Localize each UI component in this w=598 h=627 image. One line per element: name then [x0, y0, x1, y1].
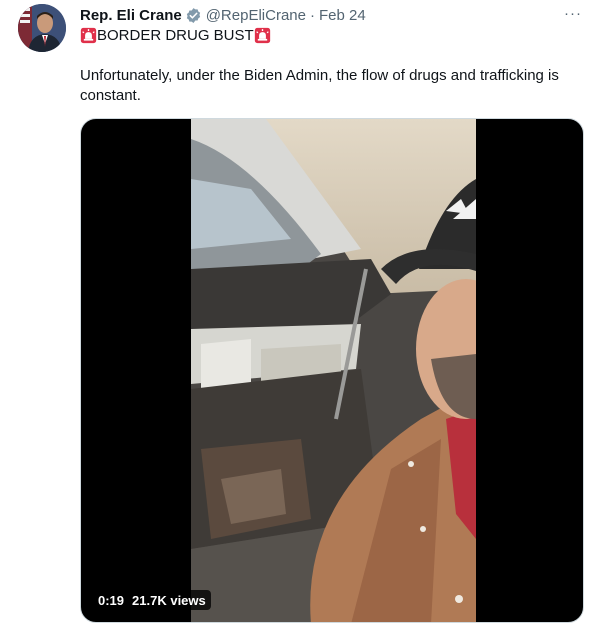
- avatar[interactable]: [18, 4, 66, 52]
- video-views: 21.7K views: [132, 592, 206, 608]
- tweet-headline-line: BORDER DRUG BUST: [80, 25, 271, 45]
- video-duration: 0:19: [98, 592, 125, 608]
- tweet-body: Unfortunately, under the Biden Admin, th…: [80, 67, 559, 104]
- separator-dot: ·: [309, 6, 315, 24]
- video-frame[interactable]: [191, 119, 476, 623]
- tweet-headline: BORDER DRUG BUST: [97, 26, 254, 44]
- author-handle[interactable]: @RepEliCrane: [206, 7, 306, 24]
- verified-badge-icon[interactable]: [185, 7, 202, 24]
- tweet-header: Rep. Eli Crane @RepEliCrane · Feb 24: [80, 5, 366, 25]
- rotating-light-icon: [80, 27, 97, 44]
- tweet-date[interactable]: Feb 24: [319, 7, 366, 24]
- video-stats-badge: 0:19 21.7K views: [93, 590, 211, 610]
- author-name[interactable]: Rep. Eli Crane: [80, 7, 182, 24]
- tweet-card[interactable]: Rep. Eli Crane @RepEliCrane · Feb 24 ···…: [0, 0, 598, 627]
- rotating-light-icon: [254, 27, 271, 44]
- more-options-button[interactable]: ···: [564, 5, 582, 22]
- video-player[interactable]: 0:19 21.7K views: [80, 118, 584, 623]
